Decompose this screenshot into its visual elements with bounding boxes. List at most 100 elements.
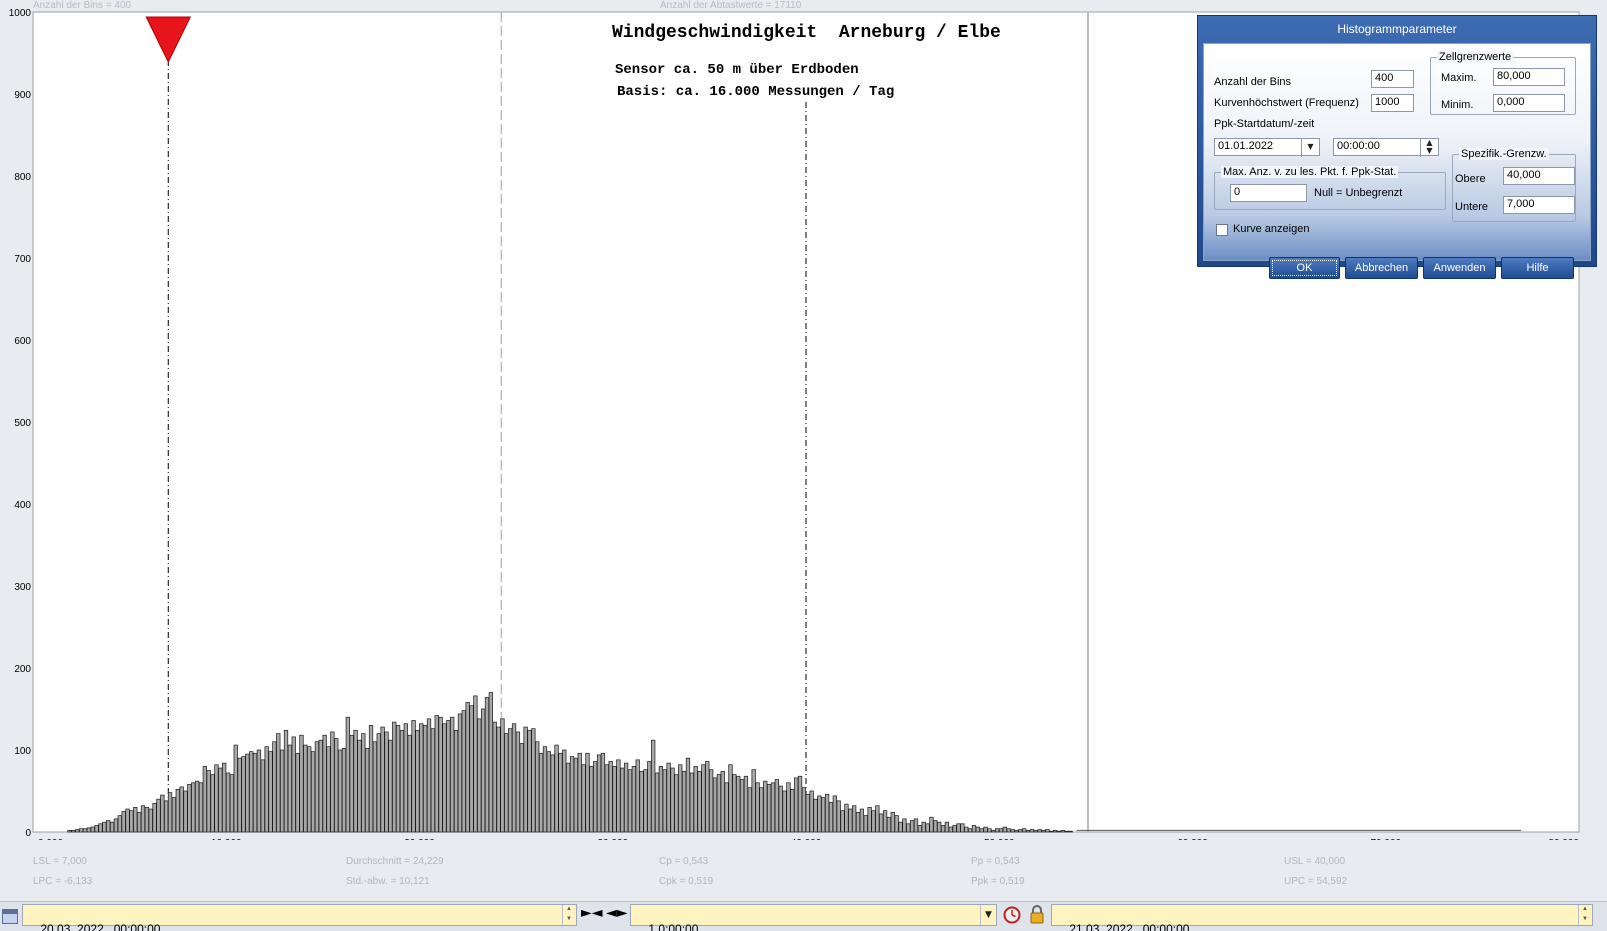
apply-button[interactable]: Anwenden: [1423, 257, 1496, 279]
histogram-bar: [894, 815, 899, 833]
histogram-bar: [886, 816, 892, 833]
lock-icon[interactable]: [1029, 905, 1045, 924]
expand-range-icon[interactable]: ◄►: [606, 905, 628, 921]
histogram-bar: [156, 798, 161, 833]
histogram-bar: [442, 723, 447, 833]
histogram-bar: [415, 729, 420, 833]
y-tick-label: 800: [14, 172, 31, 183]
histogram-bar: [295, 752, 300, 833]
histogram-bar: [399, 729, 405, 833]
stat-pp: Pp = 0,543: [971, 856, 1020, 867]
histogram-bar: [593, 761, 598, 833]
histogram-bar: [1068, 830, 1073, 833]
max-points-input[interactable]: 0: [1230, 184, 1307, 202]
histogram-bar: [948, 826, 953, 833]
help-button[interactable]: Hilfe: [1501, 257, 1574, 279]
histogram-bar: [550, 754, 555, 833]
histogram-bar: [569, 756, 575, 833]
histogram-bar: [902, 818, 907, 833]
histogram-bar: [832, 795, 837, 833]
end-date-spinner[interactable]: [1578, 905, 1592, 927]
histogram-bar: [697, 770, 702, 833]
chevron-down-icon[interactable]: ▼: [1301, 139, 1319, 157]
histogram-bar: [345, 716, 350, 833]
histogram-bar: [774, 779, 779, 833]
cancel-button[interactable]: Abbrechen: [1345, 257, 1418, 279]
y-tick-label: 400: [14, 500, 31, 511]
freq-input[interactable]: 1000: [1371, 94, 1414, 112]
histogram-bar: [937, 821, 942, 833]
histogram-bar: [334, 738, 339, 833]
histogram-bar: [376, 733, 381, 833]
histogram-bar: [473, 695, 478, 833]
histogram-bar: [635, 759, 640, 833]
histogram-bar: [921, 821, 926, 833]
histogram-bar: [612, 766, 617, 833]
histogram-bar: [809, 790, 814, 833]
histogram-bar: [848, 808, 853, 833]
histogram-bar: [82, 828, 88, 833]
histogram-bar: [840, 810, 845, 833]
bins-input[interactable]: 400: [1371, 70, 1414, 88]
stat-lpc: LPC = -6,133: [33, 876, 93, 887]
histogram-bar: [1002, 826, 1008, 833]
histogram-bar: [596, 754, 602, 833]
time-spinner[interactable]: ▲ ▼: [1420, 139, 1438, 157]
show-curve-checkbox[interactable]: [1216, 224, 1228, 236]
chart-subtitle-sensor: Sensor ca. 50 m über Erdboden: [615, 62, 859, 78]
y-tick-label: 300: [14, 582, 31, 593]
show-curve-label[interactable]: Kurve anzeigen: [1233, 223, 1309, 235]
histogram-bar: [739, 779, 745, 833]
histogram-bar: [604, 764, 609, 833]
histogram-bar: [720, 770, 725, 833]
start-date-field[interactable]: 20.03. 2022 00:00:00: [22, 904, 577, 931]
histogram-bar: [662, 769, 667, 833]
upper-limit-input[interactable]: 40,000: [1503, 167, 1575, 185]
histogram-bar: [256, 749, 262, 833]
histogram-bar: [287, 744, 292, 833]
histogram-bar: [310, 751, 316, 833]
dialog-title[interactable]: Histogrammparameter: [1198, 16, 1596, 42]
histogram-bar: [1060, 830, 1065, 833]
histogram-bar: [218, 767, 223, 833]
histogram-bar: [411, 720, 416, 833]
lower-limit-input[interactable]: 7,000: [1503, 196, 1575, 214]
clock-icon[interactable]: [1003, 906, 1021, 924]
histogram-bar: [971, 825, 977, 833]
histogram-bar: [500, 718, 505, 833]
histogram-bar: [144, 807, 149, 833]
histogram-bar: [206, 770, 211, 833]
end-date-field[interactable]: 21.03. 2022 00:00:00: [1051, 904, 1593, 931]
histogram-bar: [801, 787, 807, 833]
histogram-bar: [511, 723, 517, 833]
ppk-time-input[interactable]: 00:00:00 ▲ ▼: [1333, 138, 1439, 157]
histogram-bar: [797, 775, 803, 833]
histogram-bar: [175, 789, 180, 833]
histogram-bar: [786, 782, 791, 833]
histogram-bar: [600, 752, 606, 833]
histogram-bar: [991, 830, 996, 833]
cell-min-input[interactable]: 0,000: [1493, 94, 1565, 112]
start-date-spinner[interactable]: [562, 905, 576, 927]
histogram-bar: [137, 811, 142, 833]
ppk-date-select[interactable]: 01.01.2022 ▼: [1214, 138, 1320, 157]
histogram-bar: [589, 766, 594, 833]
null-unlimited-label: Null = Unbegrenzt: [1314, 187, 1403, 199]
calendar-icon[interactable]: [2, 909, 18, 924]
ok-button[interactable]: OK: [1269, 257, 1340, 279]
histogram-bar: [554, 744, 559, 833]
chevron-down-icon[interactable]: ▼: [980, 905, 996, 927]
histogram-bar: [674, 774, 679, 833]
collapse-range-icon[interactable]: ►◄: [581, 905, 603, 921]
histogram-bar: [867, 807, 872, 833]
histogram-bar: [917, 825, 922, 833]
histogram-bar: [314, 741, 320, 833]
chart-title: Windgeschwindigkeit Arneburg / Elbe: [612, 23, 1001, 43]
cell-max-input[interactable]: 80,000: [1493, 68, 1565, 86]
histogram-bar: [558, 752, 563, 833]
histogram-bar: [709, 769, 714, 833]
cell-limits-group-label: Zellgrenzwerte: [1437, 51, 1514, 63]
histogram-bar: [925, 823, 930, 833]
interval-select[interactable]: 1 0:00:00 ▼: [630, 904, 997, 931]
histogram-bar: [585, 752, 590, 833]
